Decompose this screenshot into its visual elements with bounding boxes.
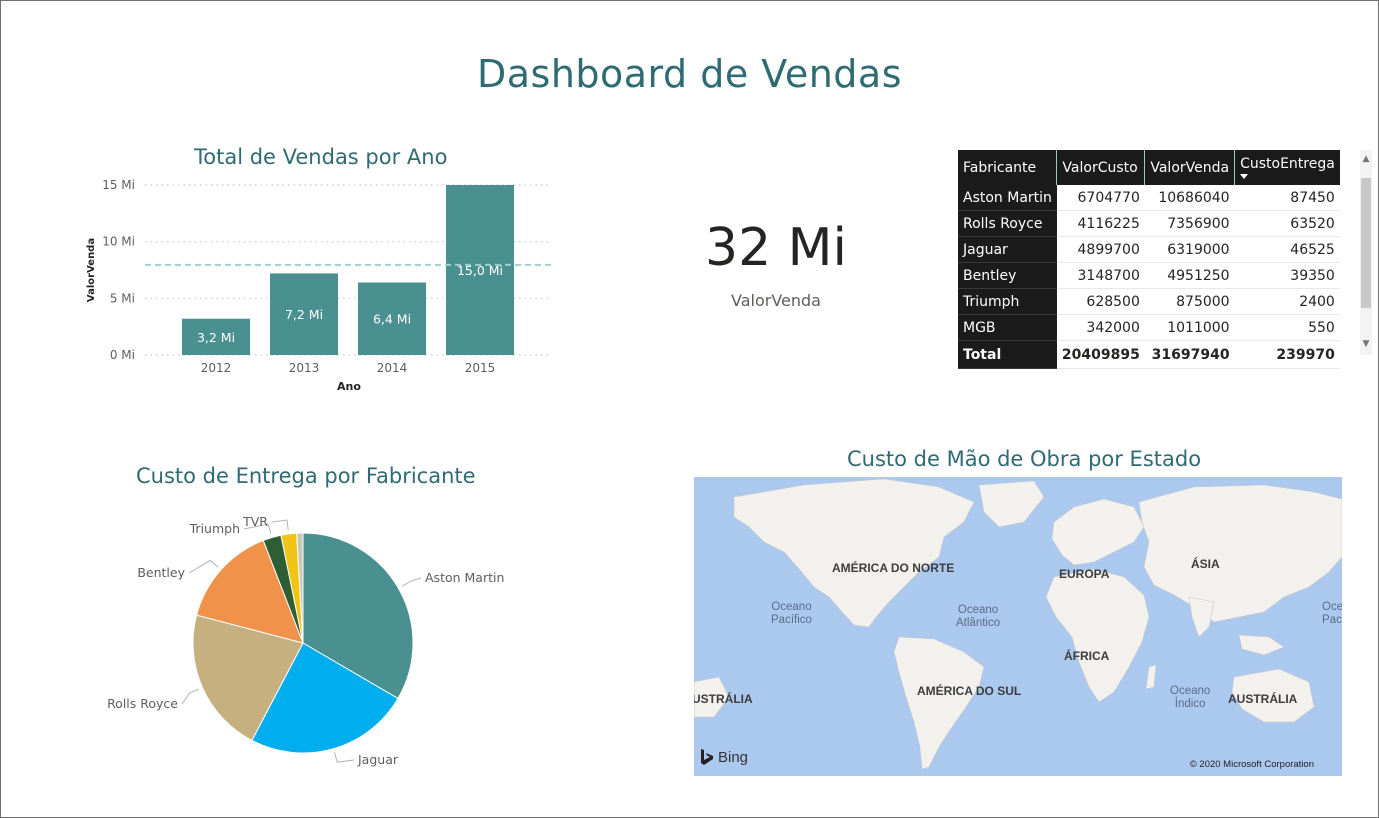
table-cell: 628500	[1056, 288, 1145, 315]
table-row[interactable]: Rolls Royce 4116225 7356900 63520	[958, 210, 1340, 237]
total-cell: 31697940	[1144, 340, 1235, 369]
leader-line	[401, 577, 422, 587]
table-cell: 4951250	[1144, 262, 1235, 289]
table-row[interactable]: MGB 342000 1011000 550	[958, 314, 1340, 341]
x-tick-label: 2014	[377, 361, 408, 375]
pie-chart[interactable]: Aston Martin Jaguar Rolls Royce Bentley Triu…	[60, 498, 620, 798]
bing-logo: Bing	[700, 748, 748, 766]
table-cell: 875000	[1144, 288, 1235, 315]
table-cell: 6704770	[1056, 185, 1145, 211]
sales-matrix[interactable]: Fabricante ValorCusto ValorVenda CustoEn…	[958, 150, 1340, 369]
col-label: Fabricante	[963, 159, 1037, 176]
table-cell: 6319000	[1144, 236, 1235, 263]
label-pacific-ocean-right: Oce Pac	[1322, 601, 1342, 626]
label-north-america: AMÉRICA DO NORTE	[832, 561, 955, 575]
x-tick-label: 2013	[289, 361, 320, 375]
table-cell: 3148700	[1056, 262, 1145, 289]
total-label: Total	[958, 340, 1057, 369]
label-australia-left: USTRÁLIA	[694, 692, 753, 706]
pie-label: Bentley	[137, 565, 185, 580]
col-header-custoentrega[interactable]: CustoEntrega	[1234, 150, 1340, 185]
kpi-value: 32 Mi	[704, 218, 847, 278]
leader-line	[333, 752, 355, 763]
label-indian-ocean: Oceano Índico	[1170, 685, 1211, 710]
scrollbar-thumb[interactable]	[1361, 178, 1371, 308]
bing-icon	[701, 749, 713, 765]
label-pacific-ocean: Oceano Pacífico	[771, 601, 812, 626]
table-cell: 7356900	[1144, 210, 1235, 237]
world-map[interactable]: AMÉRICA DO NORTE EUROPA ÁSIA ÁFRICA AMÉR…	[694, 477, 1342, 776]
table-cell: 2400	[1234, 288, 1340, 315]
map-title: Custo de Mão de Obra por Estado	[847, 447, 1202, 471]
pie-label: Triumph	[189, 521, 240, 536]
col-header-valorcusto[interactable]: ValorCusto	[1056, 150, 1145, 185]
pie-label: Aston Martin	[425, 570, 504, 585]
bing-label: Bing	[718, 748, 749, 766]
sort-descending-icon	[1240, 174, 1249, 179]
total-cell: 20409895	[1056, 340, 1145, 369]
table-cell: 1011000	[1144, 314, 1235, 341]
col-label: ValorCusto	[1062, 159, 1138, 176]
table-row[interactable]: Bentley 3148700 4951250 39350	[958, 262, 1340, 289]
y-tick-label: 5 Mi	[110, 291, 135, 305]
y-tick-label: 15 Mi	[102, 178, 135, 192]
table-row[interactable]: Jaguar 4899700 6319000 46525	[958, 236, 1340, 263]
row-header-cell: Triumph	[958, 288, 1057, 315]
y-tick-label: 0 Mi	[110, 348, 135, 362]
bar-data-label: 7,2 Mi	[285, 307, 323, 322]
row-header-cell: MGB	[958, 314, 1057, 341]
table-cell: 550	[1234, 314, 1340, 341]
table-cell: 4116225	[1056, 210, 1145, 237]
total-row: Total 20409895 31697940 239970	[958, 340, 1340, 369]
table-row[interactable]: Aston Martin 6704770 10686040 87450	[958, 185, 1340, 211]
pie-label: Jaguar	[357, 752, 399, 767]
x-axis-label: Ano	[337, 380, 361, 393]
matrix-scrollbar[interactable]: ▲ ▼	[1360, 150, 1372, 355]
table-cell: 87450	[1234, 185, 1340, 211]
row-header-cell: Jaguar	[958, 236, 1057, 263]
table-cell: 63520	[1234, 210, 1340, 237]
table-cell: 4899700	[1056, 236, 1145, 263]
pie-label: TVR	[242, 514, 268, 529]
row-header-cell: Bentley	[958, 262, 1057, 289]
bar-data-label: 6,4 Mi	[373, 312, 411, 327]
table-cell: 342000	[1056, 314, 1145, 341]
pie-chart-title: Custo de Entrega por Fabricante	[136, 464, 476, 488]
label-asia: ÁSIA	[1191, 557, 1220, 571]
bar-chart-title: Total de Vendas por Ano	[194, 145, 448, 169]
page-title: Dashboard de Vendas	[476, 52, 903, 96]
y-axis-label: ValorVenda	[86, 238, 97, 302]
total-cell: 239970	[1234, 340, 1340, 369]
pie-label: Rolls Royce	[107, 696, 178, 711]
row-header-cell: Rolls Royce	[958, 210, 1057, 237]
label-africa: ÁFRICA	[1064, 649, 1110, 663]
leader-line	[181, 688, 199, 705]
col-header-fabricante[interactable]: Fabricante	[958, 150, 1057, 185]
table-row[interactable]: Triumph 628500 875000 2400	[958, 288, 1340, 315]
table-cell: 39350	[1234, 262, 1340, 289]
map-copyright: © 2020 Microsoft Corporation	[1189, 759, 1314, 770]
leader-line	[188, 559, 219, 574]
x-tick-label: 2015	[465, 361, 496, 375]
y-tick-label: 10 Mi	[102, 235, 135, 249]
x-tick-label: 2012	[201, 361, 232, 375]
bar-data-label: 3,2 Mi	[197, 330, 235, 345]
kpi-label: ValorVenda	[731, 291, 821, 310]
bar-chart[interactable]: 0 Mi 5 Mi 10 Mi 15 Mi 3,2 Mi 2012 7,2 Mi 2013 6,…	[80, 168, 640, 428]
table-cell: 10686040	[1144, 185, 1235, 211]
col-header-valorvenda[interactable]: ValorVenda	[1144, 150, 1235, 185]
label-atlantic-ocean: Oceano Atlântico	[956, 604, 1001, 629]
col-label: ValorVenda	[1150, 159, 1230, 176]
label-australia: AUSTRÁLIA	[1228, 692, 1298, 706]
row-header-cell: Aston Martin	[958, 185, 1057, 211]
table-cell: 46525	[1234, 236, 1340, 263]
scroll-up-icon[interactable]: ▲	[1360, 154, 1372, 164]
leader-line	[271, 519, 289, 531]
label-europe: EUROPA	[1059, 567, 1110, 581]
col-label: CustoEntrega	[1240, 156, 1335, 172]
scroll-down-icon[interactable]: ▼	[1360, 339, 1372, 349]
label-south-america: AMÉRICA DO SUL	[917, 684, 1022, 698]
